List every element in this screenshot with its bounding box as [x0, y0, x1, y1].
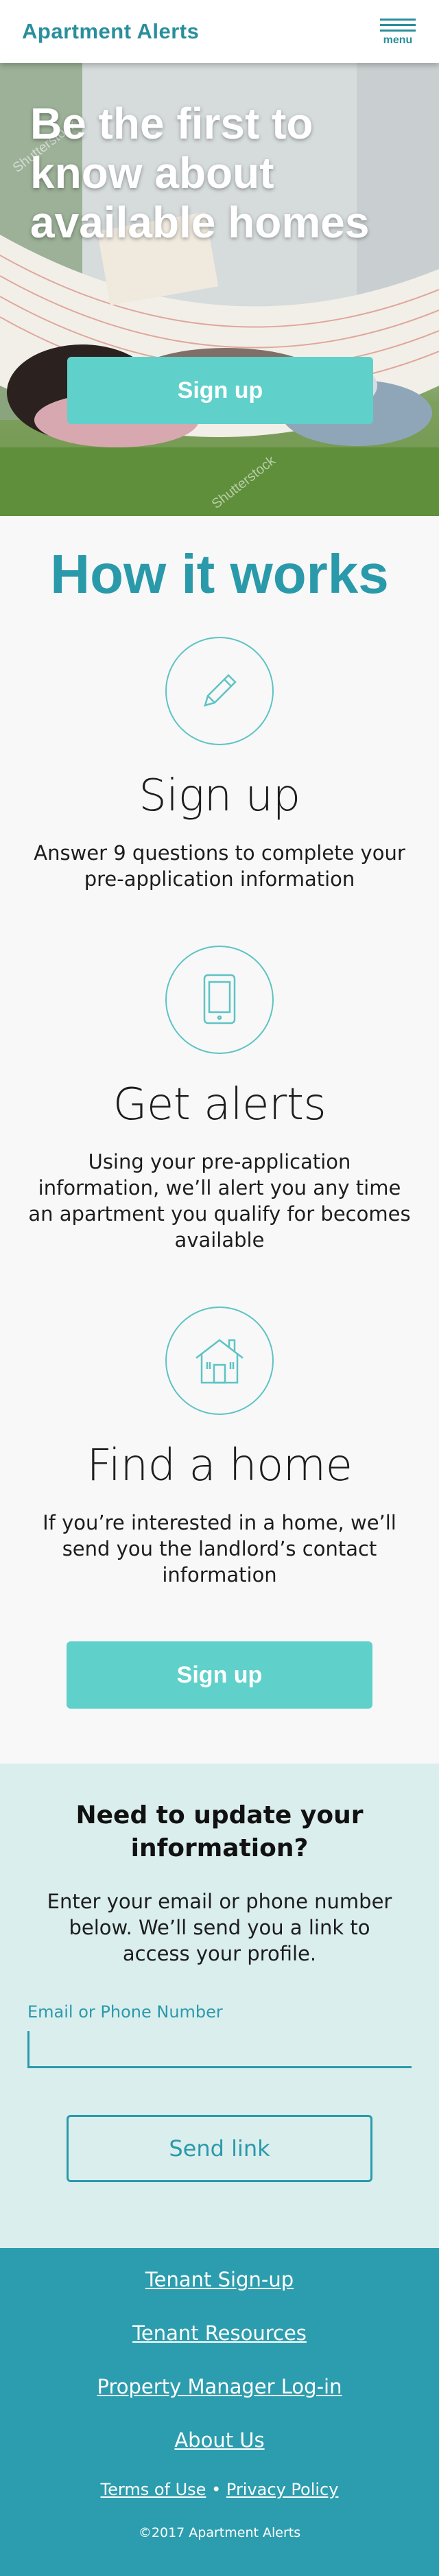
menu-label: menu: [383, 34, 413, 46]
house-icon: [165, 1307, 274, 1415]
hamburger-icon: [380, 29, 416, 32]
step-title: Find a home: [86, 1440, 353, 1491]
hamburger-icon: [380, 18, 416, 21]
tablet-icon: [165, 946, 274, 1054]
pencil-icon: [165, 637, 274, 745]
step-description: Using your pre-application information, …: [28, 1150, 411, 1252]
email-phone-input[interactable]: [27, 2031, 412, 2068]
step-title: Get alerts: [112, 1079, 327, 1130]
site-logo[interactable]: Apartment Alerts: [22, 19, 199, 44]
send-link-button[interactable]: Send link: [67, 2115, 372, 2182]
email-phone-label: Email or Phone Number: [27, 2002, 223, 2022]
footer-link-tenant-resources[interactable]: Tenant Resources: [0, 2319, 439, 2347]
hamburger-icon: [380, 23, 416, 26]
privacy-policy-link[interactable]: Privacy Policy: [226, 2480, 339, 2499]
legal-links: Terms of Use • Privacy Policy: [0, 2480, 439, 2499]
footer-link-about-us[interactable]: About Us: [0, 2426, 439, 2454]
site-header: Apartment Alerts menu: [0, 0, 439, 63]
legal-separator: •: [211, 2480, 222, 2499]
update-description: Enter your email or phone number below. …: [47, 1890, 392, 1965]
step-sign-up: Sign up Answer 9 questions to complete y…: [0, 637, 439, 892]
step-find-a-home: Find a home If you’re interested in a ho…: [0, 1307, 439, 1588]
hero-section: Shutterstock Shutterstock Be the first t…: [0, 63, 439, 516]
step-title: Sign up: [139, 771, 300, 821]
step-get-alerts: Get alerts Using your pre-application in…: [0, 946, 439, 1253]
menu-button[interactable]: menu: [380, 18, 416, 46]
update-info-section: Need to update your information? Enter y…: [0, 1764, 439, 2248]
signup-button[interactable]: Sign up: [67, 1641, 372, 1709]
site-footer: Tenant Sign-up Tenant Resources Property…: [0, 2248, 439, 2576]
hero-signup-button[interactable]: Sign up: [67, 357, 373, 424]
how-it-works-title: How it works: [50, 543, 389, 605]
update-title: Need to update your information?: [75, 1801, 364, 1862]
how-it-works-section: How it works Sign up Answer 9 questions …: [0, 516, 439, 1764]
hero-title: Be the first to know about available hom…: [30, 99, 370, 247]
footer-link-property-manager-login[interactable]: Property Manager Log-in: [0, 2373, 439, 2400]
terms-of-use-link[interactable]: Terms of Use: [101, 2480, 206, 2499]
step-description: If you’re interested in a home, we’ll se…: [43, 1511, 396, 1586]
copyright-text: ©2017 Apartment Alerts: [138, 2525, 301, 2540]
footer-link-tenant-signup[interactable]: Tenant Sign-up: [0, 2266, 439, 2293]
step-description: Answer 9 questions to complete your pre-…: [34, 841, 405, 891]
